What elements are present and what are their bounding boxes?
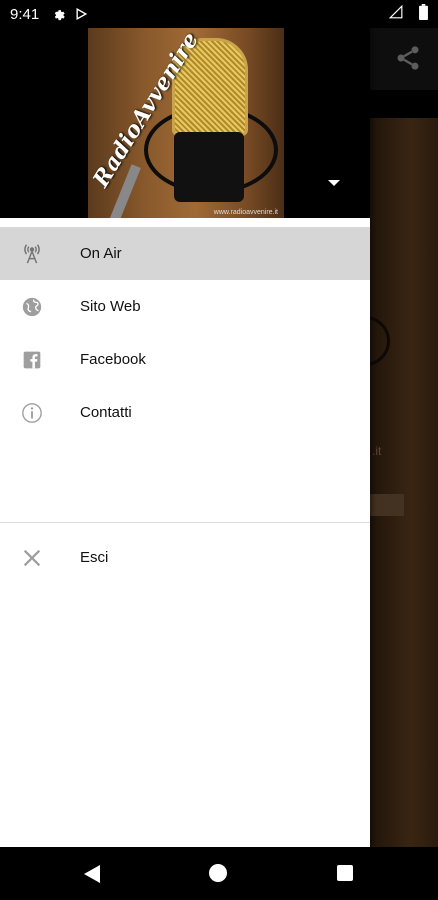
- status-bar: 9:41: [0, 0, 438, 28]
- menu-item-sito-web[interactable]: Sito Web: [0, 280, 370, 333]
- globe-icon: [20, 295, 44, 319]
- menu-divider: [0, 522, 370, 523]
- menu-item-esci[interactable]: Esci: [0, 531, 370, 584]
- account-dropdown-icon[interactable]: [328, 180, 340, 186]
- info-icon: [20, 401, 44, 425]
- drawer-menu: On Air Sito Web Facebook Contatti: [0, 218, 370, 439]
- header-logo-image: RadioAvvenire www.radioavvenire.it: [88, 28, 284, 218]
- settings-gear-icon: [51, 7, 65, 21]
- menu-item-label: Sito Web: [80, 298, 141, 315]
- status-time: 9:41: [10, 5, 40, 23]
- drawer-secondary-menu: Esci: [0, 531, 370, 584]
- system-nav-bar: [0, 847, 438, 900]
- menu-item-label: On Air: [80, 245, 122, 262]
- close-x-icon: [20, 546, 44, 570]
- nav-home-icon[interactable]: [209, 864, 227, 882]
- signal-icon: [388, 4, 403, 23]
- radio-tower-icon: [20, 242, 44, 266]
- navigation-drawer: RadioAvvenire www.radioavvenire.it On Ai…: [0, 28, 370, 847]
- mic-body: [174, 132, 244, 202]
- menu-item-label: Esci: [80, 549, 109, 566]
- nav-back-icon[interactable]: [84, 865, 100, 888]
- menu-item-contatti[interactable]: Contatti: [0, 386, 370, 439]
- battery-icon: [419, 4, 428, 24]
- menu-item-label: Facebook: [80, 351, 146, 368]
- menu-item-label: Contatti: [80, 404, 132, 421]
- drawer-header: RadioAvvenire www.radioavvenire.it: [0, 28, 370, 218]
- menu-item-on-air[interactable]: On Air: [0, 227, 370, 280]
- facebook-icon: [20, 348, 44, 372]
- logo-url: www.radioavvenire.it: [213, 209, 278, 216]
- play-store-icon: [75, 7, 88, 21]
- nav-recents-icon[interactable]: [337, 865, 353, 881]
- menu-item-facebook[interactable]: Facebook: [0, 333, 370, 386]
